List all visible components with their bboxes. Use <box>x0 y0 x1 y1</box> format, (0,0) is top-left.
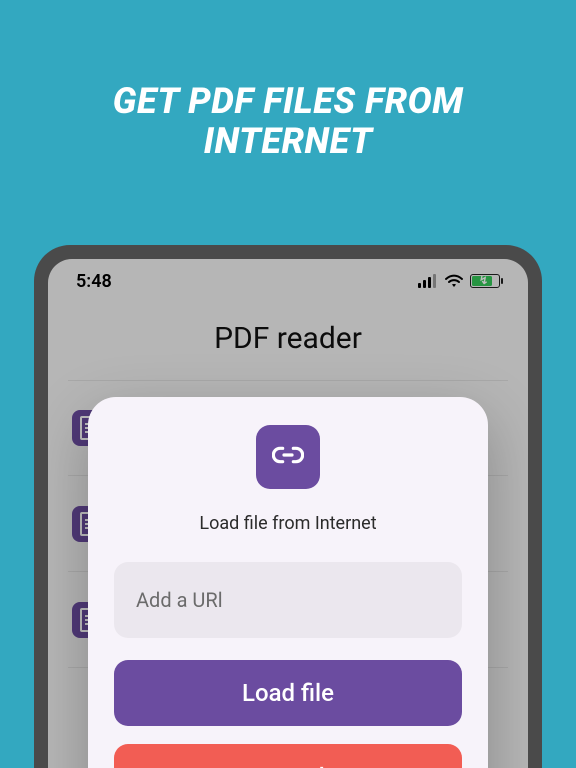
promo-headline: GET PDF FILES FROM INTERNET <box>0 82 576 161</box>
tablet-screen: 5:48 ↯ PDF reader <box>48 259 528 768</box>
promo-headline-line2: INTERNET <box>204 120 373 162</box>
promo-headline-line1: GET PDF FILES FROM <box>113 80 464 122</box>
load-file-button[interactable]: Load file <box>114 660 462 726</box>
link-icon <box>272 439 304 475</box>
cancel-button[interactable]: Cancel <box>114 744 462 768</box>
modal-subtitle: Load file from Internet <box>114 513 462 534</box>
modal-icon-wrap <box>256 425 320 489</box>
url-input[interactable] <box>114 562 462 638</box>
tablet-frame: 5:48 ↯ PDF reader <box>34 245 542 768</box>
load-from-internet-modal: Load file from Internet Load file Cancel <box>88 397 488 768</box>
